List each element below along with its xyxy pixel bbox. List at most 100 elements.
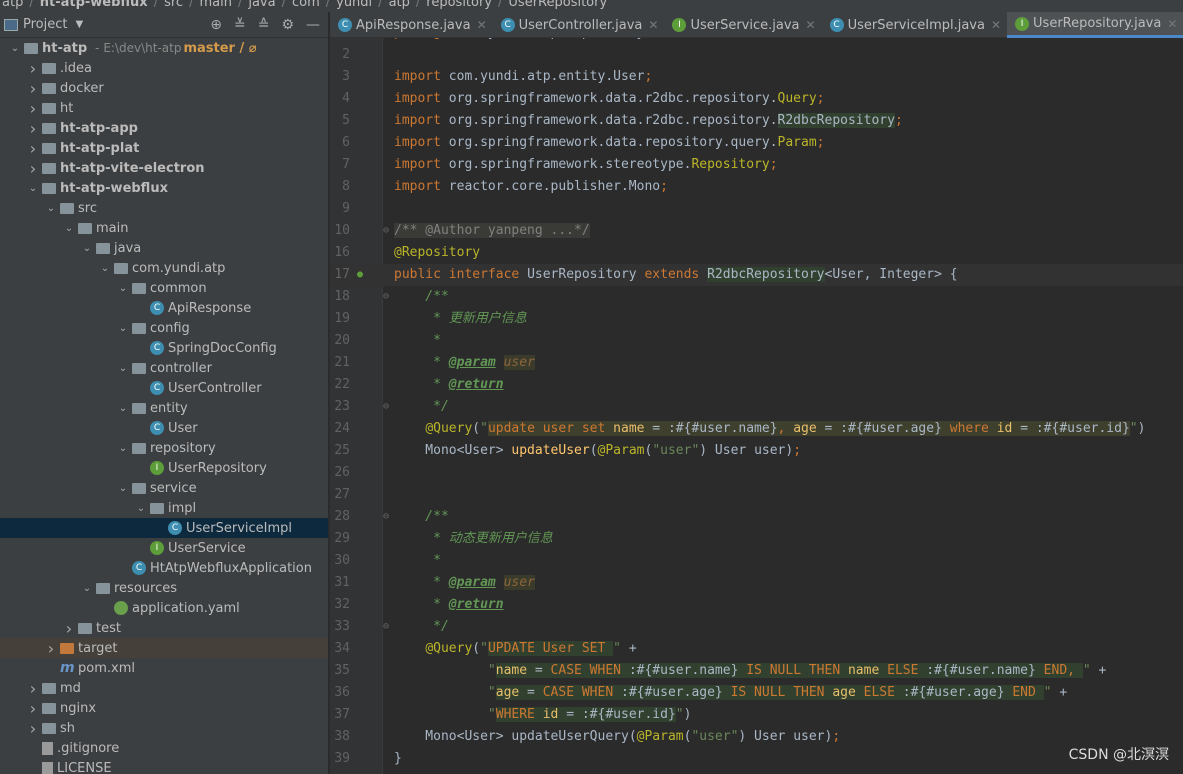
implemented-gutter-icon[interactable]: ●: [357, 264, 363, 286]
chevron-right-icon[interactable]: ›: [26, 119, 40, 138]
tree-item[interactable]: ⌄ service: [0, 478, 328, 498]
tree-item[interactable]: ⌄ main: [0, 218, 328, 238]
tree-item[interactable]: C HtAtpWebfluxApplication: [0, 558, 328, 578]
breadcrumb-item[interactable]: ht-atp-webflux: [40, 0, 148, 10]
fold-icon[interactable]: ⊖: [383, 396, 389, 418]
tab-userrepository[interactable]: I UserRepository.java ✕: [1007, 12, 1183, 38]
tree-item[interactable]: C UserServiceImpl: [0, 518, 328, 538]
tab-usercontroller[interactable]: C UserController.java ✕: [493, 12, 665, 38]
code-editor[interactable]: 1package com.yundi.atp.repository;23impo…: [330, 38, 1183, 774]
tree-item[interactable]: ⌄ impl: [0, 498, 328, 518]
tree-item[interactable]: › ht-atp-vite-electron: [0, 158, 328, 178]
close-icon[interactable]: ✕: [1167, 17, 1177, 31]
chevron-down-icon[interactable]: ⌄: [116, 363, 130, 374]
close-icon[interactable]: ✕: [806, 18, 816, 32]
fold-icon[interactable]: ⊖: [383, 286, 389, 308]
tree-item[interactable]: ⌄ entity: [0, 398, 328, 418]
tree-item[interactable]: › ht: [0, 98, 328, 118]
chevron-down-icon[interactable]: ⌄: [116, 403, 130, 414]
target-icon[interactable]: ⊕: [210, 17, 222, 33]
tree-item[interactable]: C UserController: [0, 378, 328, 398]
tree-item[interactable]: › md: [0, 678, 328, 698]
tree-item[interactable]: ⌄ controller: [0, 358, 328, 378]
chevron-down-icon[interactable]: ⌄: [44, 203, 58, 214]
breadcrumb-item[interactable]: atp: [389, 0, 410, 10]
fold-icon[interactable]: ⊖: [383, 616, 389, 638]
breadcrumb-item[interactable]: yundi: [336, 0, 372, 10]
chevron-right-icon[interactable]: ›: [26, 59, 40, 78]
chevron-down-icon[interactable]: ⌄: [26, 183, 40, 194]
line-number: 17: [334, 267, 350, 282]
fold-icon[interactable]: ⊖: [383, 506, 389, 528]
tree-item[interactable]: › target: [0, 638, 328, 658]
tree-item[interactable]: ⌄ java: [0, 238, 328, 258]
chevron-down-icon[interactable]: ⌄: [8, 43, 22, 54]
chevron-right-icon[interactable]: ›: [26, 679, 40, 698]
tab-userservice[interactable]: I UserService.java ✕: [664, 12, 821, 38]
chevron-right-icon[interactable]: ›: [26, 699, 40, 718]
chevron-down-icon[interactable]: ⌄: [80, 243, 94, 254]
fold-icon[interactable]: ⊖: [383, 220, 389, 242]
chevron-down-icon[interactable]: ⌄: [116, 483, 130, 494]
tree-item[interactable]: › nginx: [0, 698, 328, 718]
tree-item[interactable]: ⌄ com.yundi.atp: [0, 258, 328, 278]
chevron-down-icon[interactable]: ⌄: [116, 323, 130, 334]
tree-item[interactable]: › ht-atp-app: [0, 118, 328, 138]
chevron-right-icon[interactable]: ›: [26, 139, 40, 158]
tree-item[interactable]: LICENSE: [0, 758, 328, 774]
code-token: import: [394, 91, 449, 106]
chevron-down-icon[interactable]: ⌄: [134, 503, 148, 514]
tree-item[interactable]: C ApiResponse: [0, 298, 328, 318]
chevron-down-icon[interactable]: ⌄: [80, 583, 94, 594]
tree-item[interactable]: › docker: [0, 78, 328, 98]
collapse-all-icon[interactable]: ≙: [258, 17, 270, 33]
tab-apiresponse[interactable]: C ApiResponse.java ✕: [330, 12, 493, 38]
code-token: Mono<User>: [394, 443, 512, 458]
gear-icon[interactable]: ⚙: [281, 17, 294, 33]
close-icon[interactable]: ✕: [648, 18, 658, 32]
chevron-down-icon[interactable]: ⌄: [116, 443, 130, 454]
project-view-selector[interactable]: Project: [23, 17, 67, 32]
tree-item[interactable]: C SpringDocConfig: [0, 338, 328, 358]
tree-item[interactable]: › test: [0, 618, 328, 638]
tree-item[interactable]: › sh: [0, 718, 328, 738]
tab-userserviceimpl[interactable]: C UserServiceImpl.java ✕: [822, 12, 1007, 38]
tree-item[interactable]: I UserRepository: [0, 458, 328, 478]
breadcrumb-item[interactable]: com: [292, 0, 320, 10]
chevron-down-icon[interactable]: ⌄: [116, 283, 130, 294]
chevron-down-icon[interactable]: ⌄: [98, 263, 112, 274]
chevron-right-icon[interactable]: ›: [44, 639, 58, 658]
tree-item[interactable]: m pom.xml: [0, 658, 328, 678]
tree-item[interactable]: ⌄ src: [0, 198, 328, 218]
chevron-right-icon[interactable]: ›: [26, 79, 40, 98]
expand-all-icon[interactable]: ≚: [234, 17, 246, 33]
tree-item[interactable]: › .idea: [0, 58, 328, 78]
chevron-right-icon[interactable]: ›: [26, 719, 40, 738]
tree-item[interactable]: I UserService: [0, 538, 328, 558]
breadcrumb-item[interactable]: repository: [426, 0, 492, 10]
chevron-down-icon[interactable]: ▼: [75, 19, 83, 30]
tree-item[interactable]: ⌄ resources: [0, 578, 328, 598]
chevron-down-icon[interactable]: ⌄: [62, 223, 76, 234]
close-icon[interactable]: ✕: [477, 18, 487, 32]
tree-item[interactable]: ⌄ repository: [0, 438, 328, 458]
tree-item[interactable]: .gitignore: [0, 738, 328, 758]
chevron-right-icon[interactable]: ›: [26, 159, 40, 178]
tree-item[interactable]: ⌄ config: [0, 318, 328, 338]
breadcrumb-item[interactable]: atp: [2, 0, 23, 10]
tree-item[interactable]: application.yaml: [0, 598, 328, 618]
tree-item[interactable]: › ht-atp-plat: [0, 138, 328, 158]
breadcrumb-item[interactable]: java: [248, 0, 275, 10]
tree-item[interactable]: ⌄ common: [0, 278, 328, 298]
close-icon[interactable]: ✕: [991, 18, 1001, 32]
tree-item[interactable]: ⌄ ht-atp-webflux: [0, 178, 328, 198]
breadcrumb-item[interactable]: src: [164, 0, 183, 10]
code-line: 39}: [330, 748, 1183, 770]
breadcrumb-item[interactable]: UserRepository: [508, 0, 607, 10]
chevron-right-icon[interactable]: ›: [62, 619, 76, 638]
minimize-icon[interactable]: —: [306, 17, 320, 33]
chevron-right-icon[interactable]: ›: [26, 99, 40, 118]
tree-item[interactable]: ⌄ ht-atp - E:\dev\ht-atp master / ⌀: [0, 38, 328, 58]
breadcrumb-item[interactable]: main: [199, 0, 231, 10]
tree-item[interactable]: C User: [0, 418, 328, 438]
